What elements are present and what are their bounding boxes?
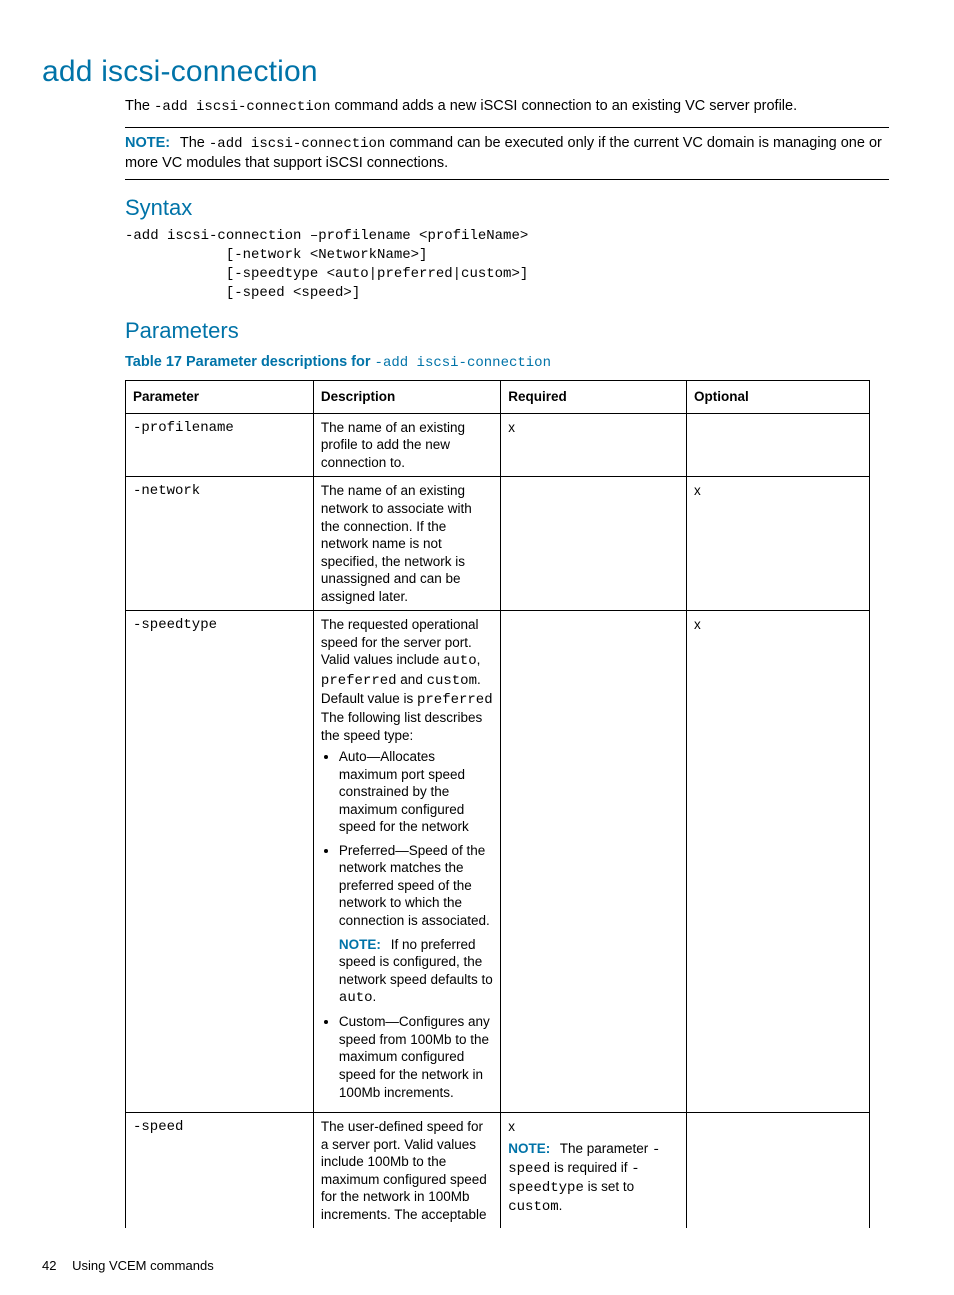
footer-section: Using VCEM commands — [72, 1258, 214, 1273]
bullet-auto: Auto—Allocates maximum port speed constr… — [339, 748, 493, 836]
note-block: NOTE: The -add iscsi-connection command … — [125, 127, 889, 180]
th-required: Required — [501, 381, 687, 414]
table-row: -speed The user-defined speed for a serv… — [126, 1113, 870, 1229]
intro-pre: The — [125, 98, 154, 114]
cell-optional — [686, 1113, 869, 1229]
req-note-code3: custom — [508, 1199, 558, 1215]
sep1: , — [477, 652, 481, 667]
note-code: -add iscsi-connection — [209, 136, 385, 152]
note-label: NOTE: — [125, 135, 170, 151]
code-default: preferred — [417, 692, 493, 708]
intro-code: -add iscsi-connection — [154, 99, 330, 115]
required-x: x — [508, 1118, 679, 1136]
cell-param: -speedtype — [126, 611, 314, 1113]
note-pre: The — [180, 135, 209, 151]
code-auto: auto — [443, 653, 477, 669]
inner-note-label: NOTE: — [339, 937, 381, 952]
cell-optional: x — [686, 477, 869, 611]
cell-required: x NOTE: The parameter -speed is required… — [501, 1113, 687, 1229]
table-row: -speedtype The requested operational spe… — [126, 611, 870, 1113]
cell-param: -network — [126, 477, 314, 611]
cell-required — [501, 477, 687, 611]
caption-code: -add iscsi-connection — [375, 355, 551, 371]
parameters-heading: Parameters — [125, 317, 889, 346]
intro-post: command adds a new iSCSI connection to a… — [330, 98, 797, 114]
req-note-post: . — [559, 1198, 563, 1213]
inner-note-code: auto — [339, 990, 373, 1006]
page-number: 42 — [42, 1258, 56, 1273]
caption-pre: Table 17 Parameter descriptions for — [125, 354, 375, 370]
page-footer: 42 Using VCEM commands — [42, 1258, 889, 1275]
th-optional: Optional — [686, 381, 869, 414]
req-note-label: NOTE: — [508, 1141, 550, 1156]
table-row: -network The name of an existing network… — [126, 477, 870, 611]
cell-optional: x — [686, 611, 869, 1113]
bullet-preferred: Preferred—Speed of the network matches t… — [339, 842, 493, 1008]
intro-paragraph: The -add iscsi-connection command adds a… — [125, 97, 889, 117]
cell-desc: The name of an existing network to assoc… — [313, 477, 500, 611]
inner-note-post: . — [373, 989, 377, 1004]
cell-required — [501, 611, 687, 1113]
cell-desc: The requested operational speed for the … — [313, 611, 500, 1113]
cell-optional — [686, 413, 869, 477]
syntax-block: -add iscsi-connection –profilename <prof… — [125, 227, 889, 303]
code-custom: custom — [427, 673, 477, 689]
bullet-preferred-note: NOTE: If no preferred speed is configure… — [339, 936, 493, 1008]
parameters-table: Parameter Description Required Optional … — [125, 380, 870, 1228]
cell-required: x — [501, 413, 687, 477]
cell-param: -profilename — [126, 413, 314, 477]
req-note-mid2: is set to — [584, 1179, 634, 1194]
syntax-heading: Syntax — [125, 194, 889, 223]
req-note-pre: The parameter — [560, 1141, 652, 1156]
page-title: add iscsi-connection — [42, 52, 889, 91]
cell-desc: The user-defined speed for a server port… — [313, 1113, 500, 1229]
post2: The following list describes the speed t… — [321, 710, 482, 743]
req-note-mid: is required if — [550, 1160, 631, 1175]
bullet-custom: Custom—Configures any speed from 100Mb t… — [339, 1013, 493, 1101]
code-preferred: preferred — [321, 673, 397, 689]
cell-param: -speed — [126, 1113, 314, 1229]
sep2: and — [397, 672, 427, 687]
speedtype-bullets: Auto—Allocates maximum port speed constr… — [321, 748, 493, 1101]
bullet-preferred-text: Preferred—Speed of the network matches t… — [339, 843, 490, 928]
th-parameter: Parameter — [126, 381, 314, 414]
required-note: NOTE: The parameter -speed is required i… — [508, 1140, 679, 1217]
cell-desc: The name of an existing profile to add t… — [313, 413, 500, 477]
table-caption: Table 17 Parameter descriptions for -add… — [125, 353, 889, 372]
th-description: Description — [313, 381, 500, 414]
table-header-row: Parameter Description Required Optional — [126, 381, 870, 414]
table-row: -profilename The name of an existing pro… — [126, 413, 870, 477]
